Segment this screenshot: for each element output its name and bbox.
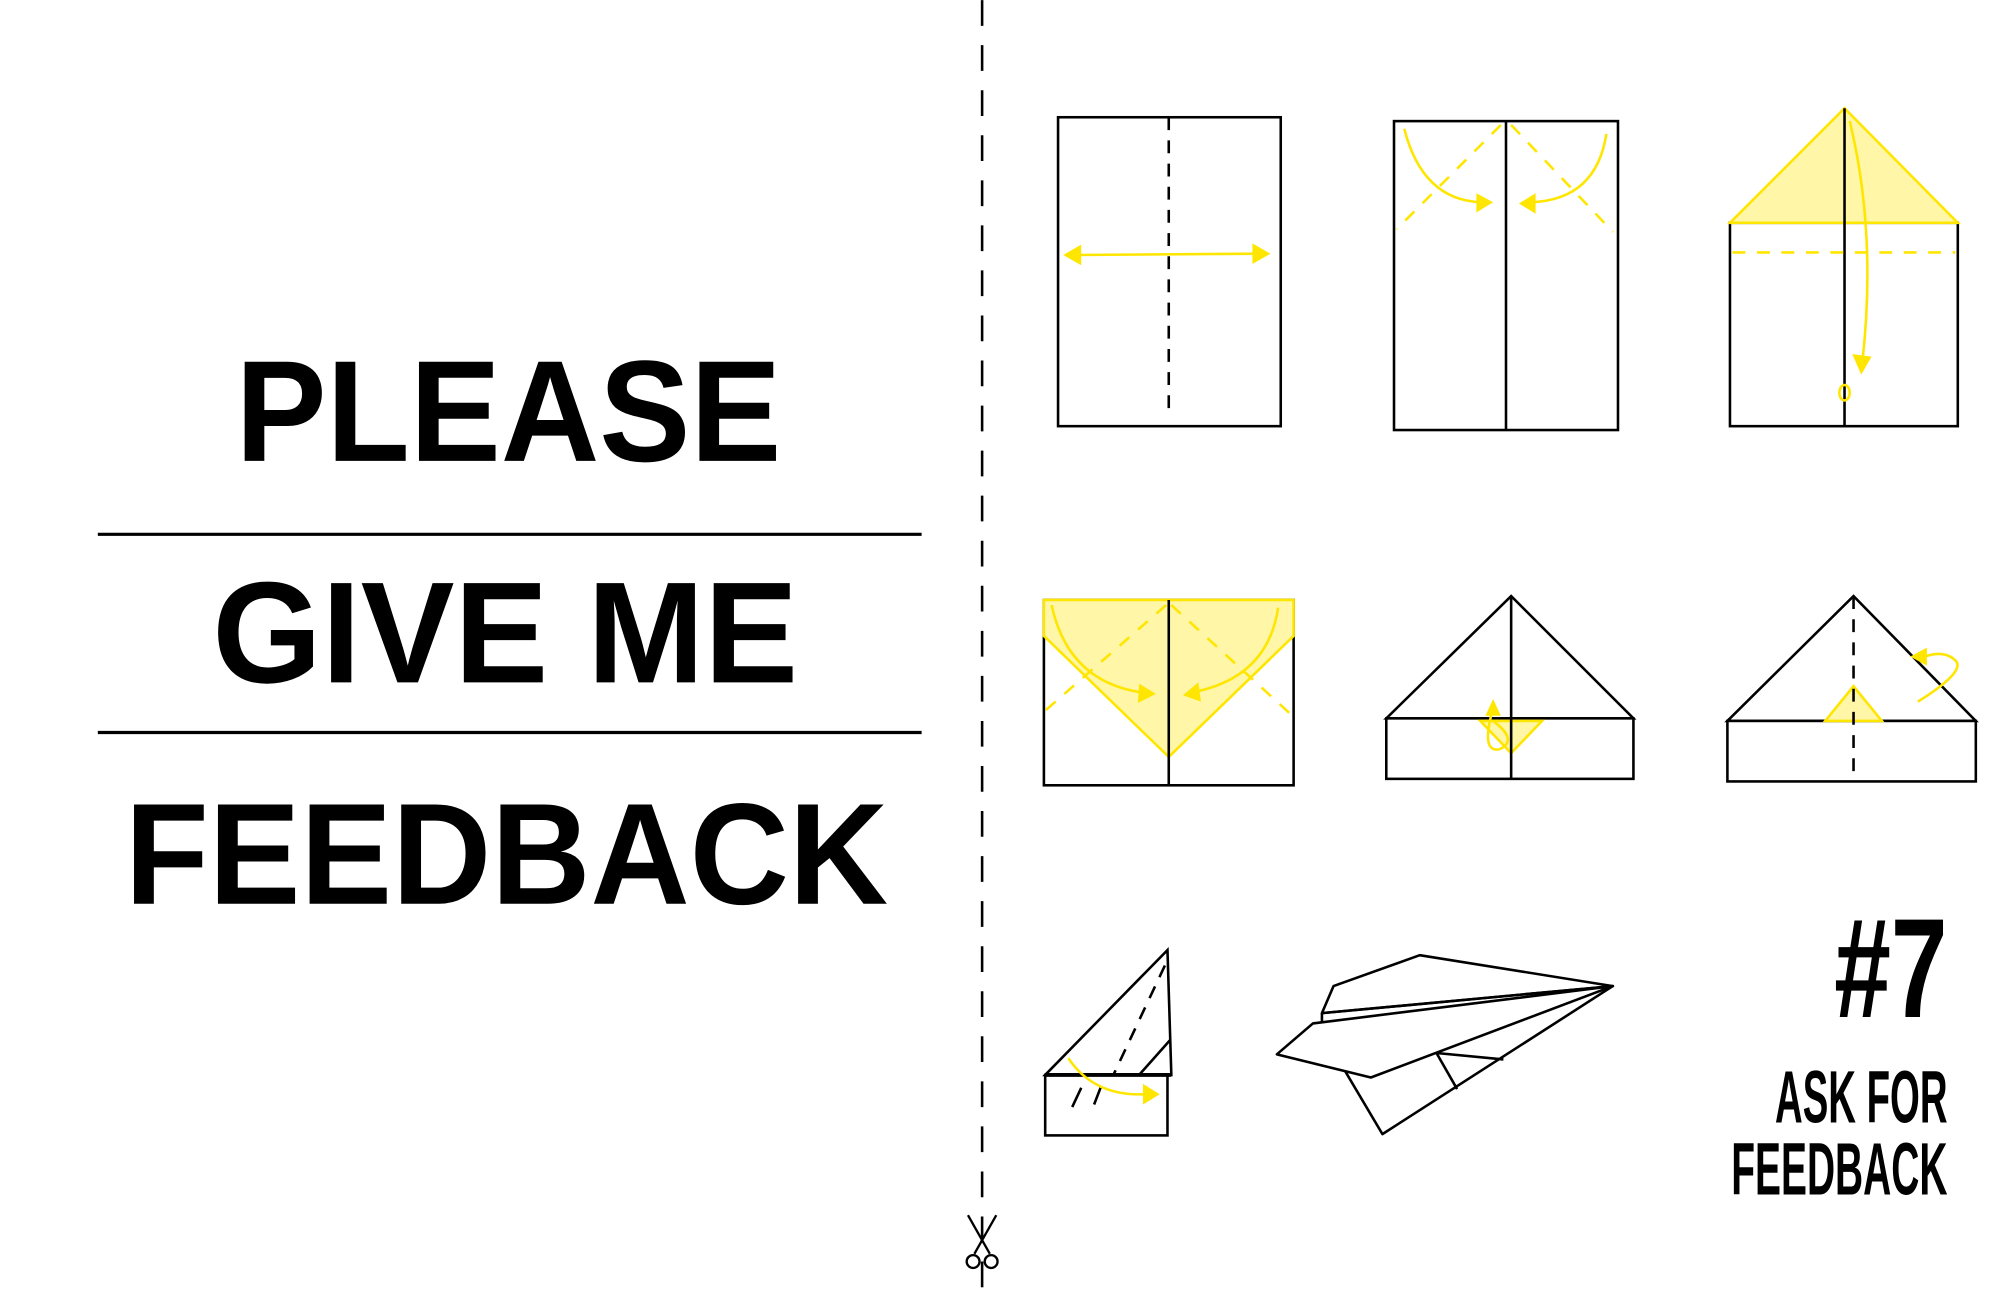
fold-step-3 bbox=[1726, 106, 1961, 428]
tip-label: #7 ASK FOR FEEDBACK bbox=[1731, 890, 1947, 1211]
headline-give-me: GIVE ME bbox=[212, 551, 798, 713]
poster: PLEASE GIVE ME FEEDBACK #7 ASK FOR FEEDB… bbox=[97, 0, 1979, 1299]
tip-title-line2: FEEDBACK bbox=[1731, 1127, 1947, 1211]
headline-please: PLEASE bbox=[236, 330, 782, 492]
fold-step-2 bbox=[1392, 119, 1620, 432]
fold-step-6 bbox=[1724, 594, 1979, 783]
headline: PLEASE GIVE ME FEEDBACK bbox=[97, 330, 922, 935]
fold-step-4 bbox=[1042, 598, 1295, 787]
tip-number: #7 bbox=[1834, 890, 1947, 1048]
fold-step-7 bbox=[1042, 946, 1173, 1137]
headline-feedback: FEEDBACK bbox=[125, 773, 888, 935]
fold-step-1 bbox=[1056, 115, 1283, 428]
fold-step-5 bbox=[1383, 594, 1637, 781]
paper-airplane bbox=[1275, 953, 1615, 1136]
